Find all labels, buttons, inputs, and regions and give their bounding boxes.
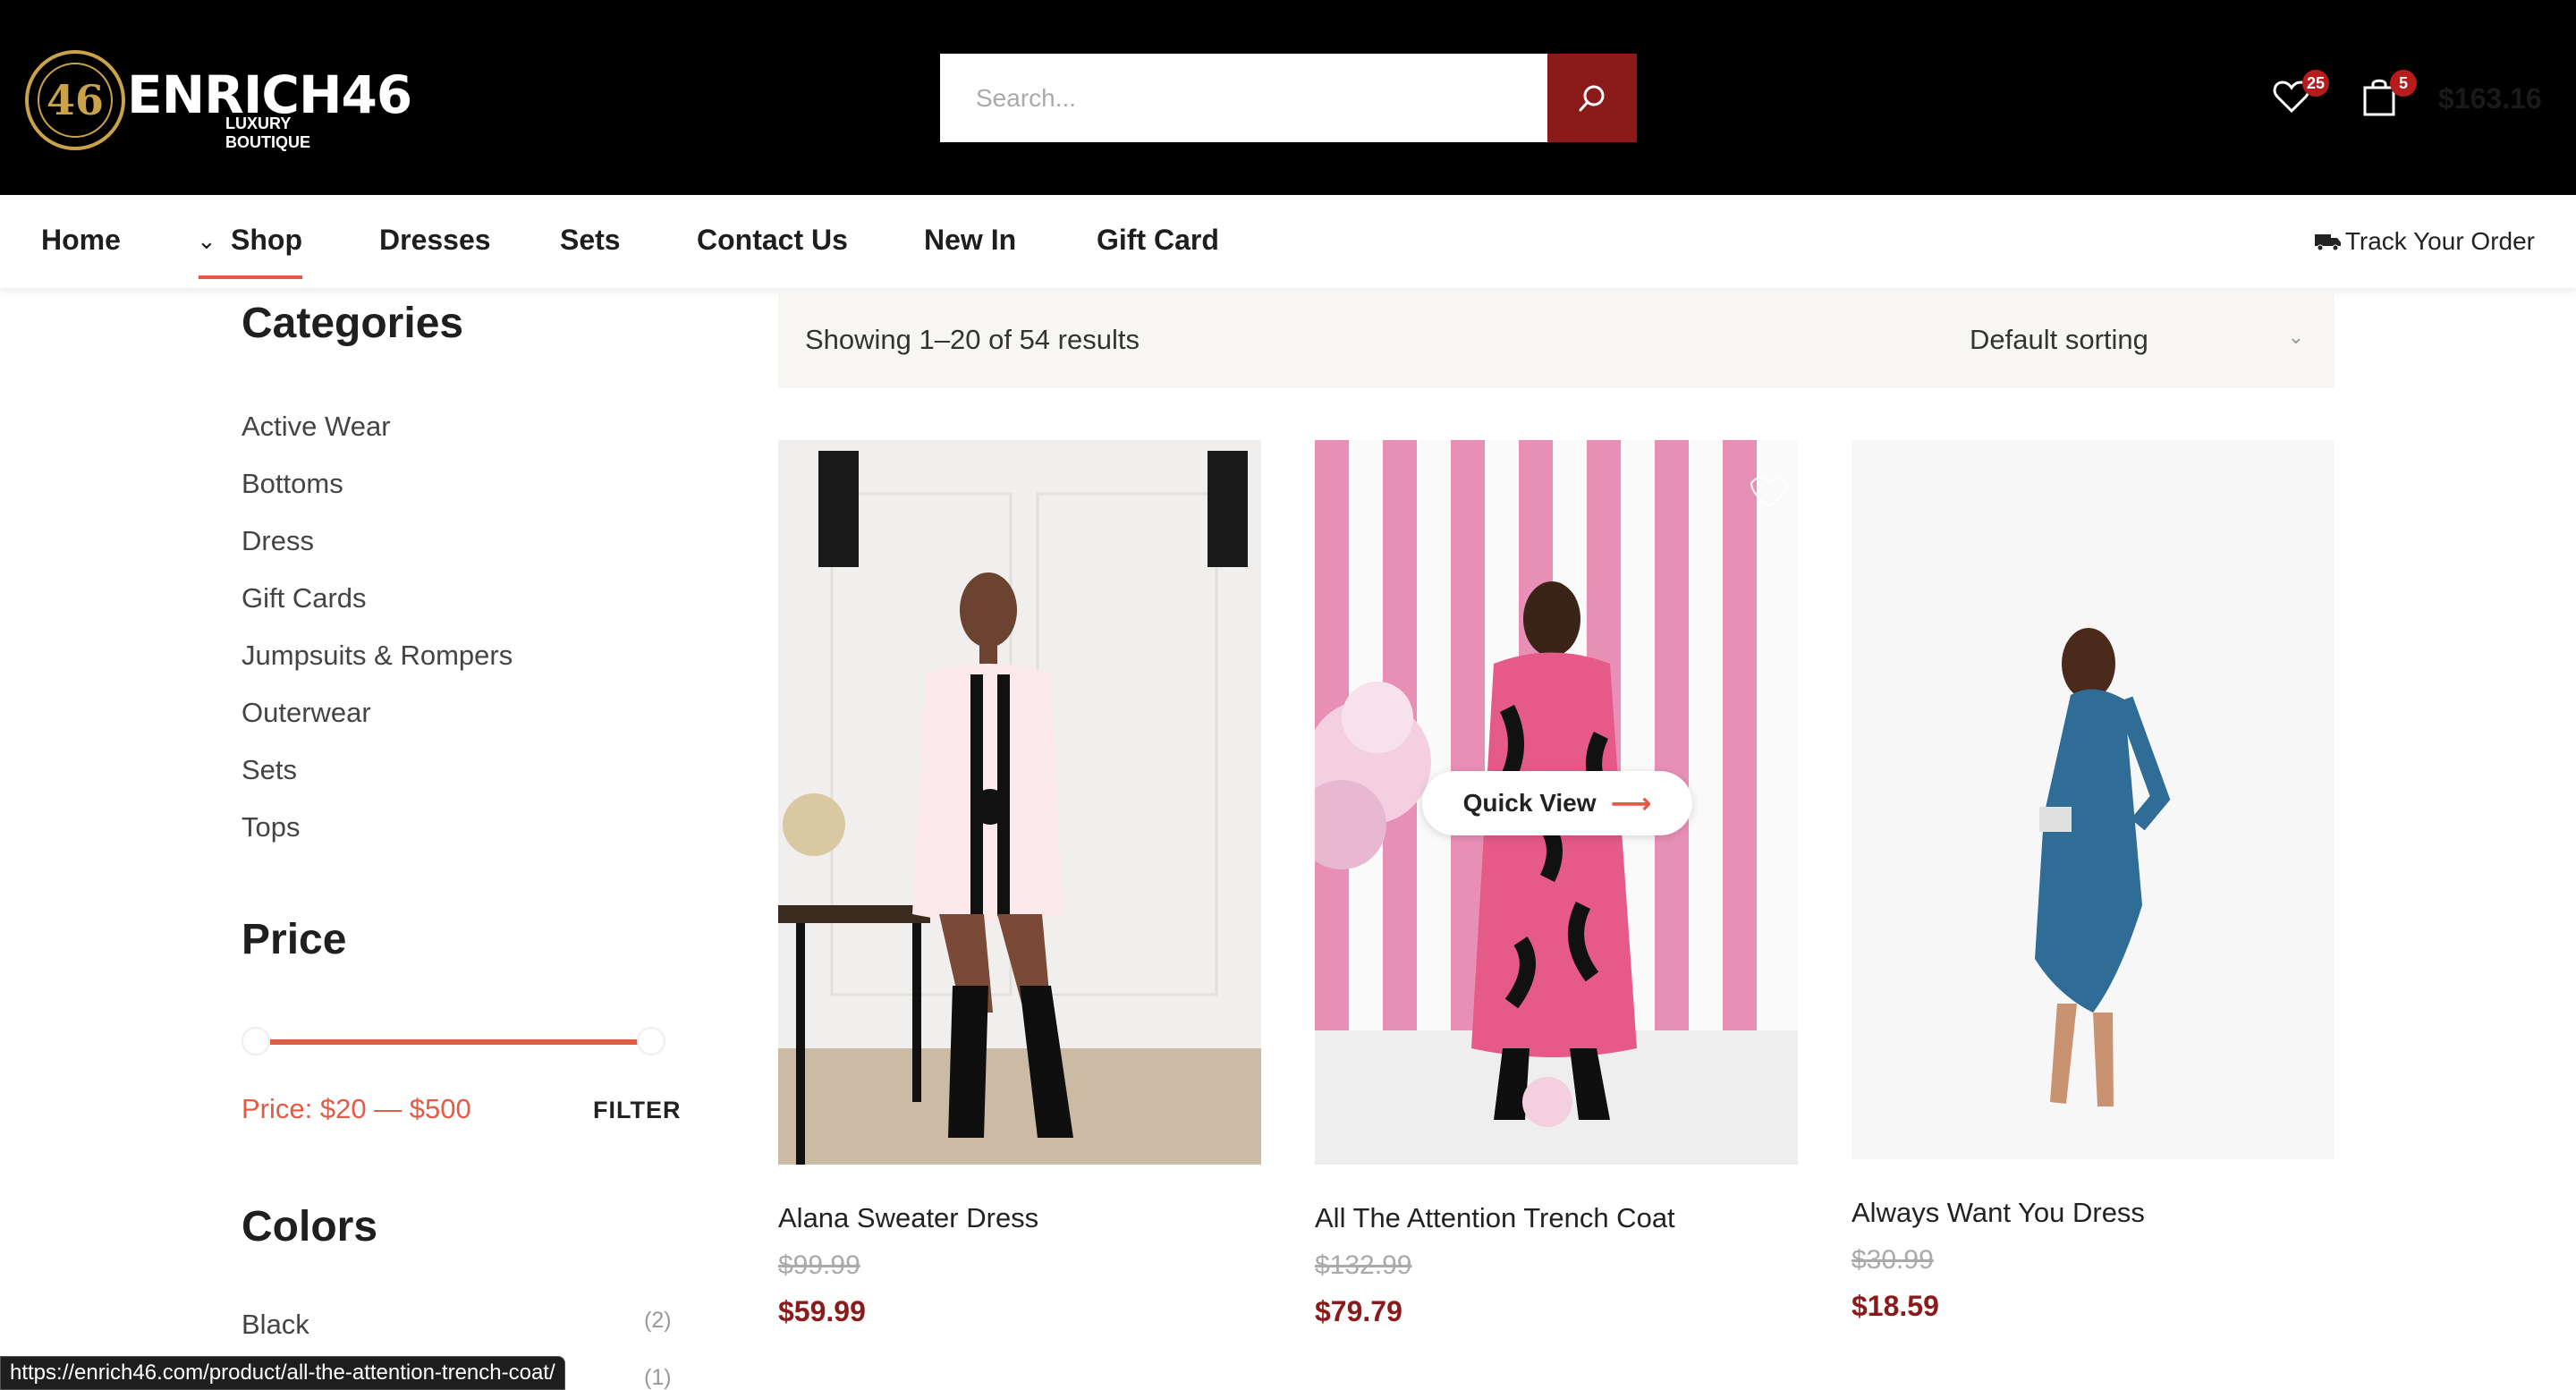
wishlist-button[interactable]: 25 — [2272, 70, 2329, 123]
color-filter-count: (1) — [644, 1365, 672, 1390]
filter-button[interactable]: FILTER — [593, 1097, 681, 1124]
product-photo — [1852, 440, 2334, 1159]
categories-title: Categories — [242, 300, 464, 347]
wishlist-count-badge: 25 — [2301, 70, 2329, 97]
colors-title: Colors — [242, 1203, 378, 1250]
price-slider-range — [270, 1039, 639, 1045]
category-link[interactable]: Bottoms — [242, 468, 343, 500]
arrow-right-icon: ⟶ — [1610, 787, 1652, 819]
product-title[interactable]: Always Want You Dress — [1852, 1197, 2145, 1229]
cart-total[interactable]: $163.16 — [2438, 82, 2542, 115]
product-sale-price: $79.79 — [1315, 1295, 1402, 1327]
nav-sets[interactable]: Sets — [560, 224, 621, 257]
product-old-price: $99.99 — [778, 1250, 860, 1280]
search-button[interactable] — [1547, 54, 1637, 142]
product-title[interactable]: Alana Sweater Dress — [778, 1202, 1038, 1234]
nav-shop[interactable]: ⌄ Shop — [197, 224, 302, 279]
product-image[interactable] — [1852, 440, 2334, 1159]
nav-gift-card[interactable]: Gift Card — [1097, 224, 1219, 257]
nav-home[interactable]: Home — [41, 224, 121, 257]
product-title[interactable]: All The Attention Trench Coat — [1315, 1202, 1675, 1234]
search-input[interactable] — [940, 54, 1547, 142]
color-filter-link[interactable]: Black — [242, 1309, 309, 1341]
category-link[interactable]: Sets — [242, 754, 297, 786]
top-header: 46 ENRICH46 LUXURY BOUTIQUE 25 5 $163.16 — [0, 0, 2576, 195]
quick-view-button[interactable]: Quick View ⟶ — [1422, 771, 1692, 835]
main-navigation: Home ⌄ Shop Dresses Sets Contact Us New … — [0, 195, 2576, 288]
search-form — [940, 54, 1637, 142]
category-link[interactable]: Tops — [242, 811, 300, 843]
price-title: Price — [242, 916, 347, 963]
price-range-label: Price: $20 — $500 — [242, 1093, 471, 1124]
chevron-down-icon[interactable]: ⌄ — [2288, 326, 2304, 349]
product-sale-price: $18.59 — [1852, 1290, 1939, 1322]
category-link[interactable]: Jumpsuits & Rompers — [242, 640, 513, 672]
price-slider-min-handle[interactable] — [242, 1027, 270, 1055]
cart-button[interactable]: 5 — [2361, 70, 2417, 123]
site-logo[interactable]: 46 ENRICH46 LUXURY BOUTIQUE — [25, 50, 412, 151]
nav-contact-us[interactable]: Contact Us — [697, 224, 848, 257]
sorting-select[interactable]: Default sorting — [1970, 324, 2148, 356]
browser-status-url: https://enrich46.com/product/all-the-att… — [0, 1356, 565, 1390]
track-order-link[interactable]: Track Your Order — [2314, 227, 2535, 256]
shop-toolbar: Showing 1–20 of 54 results Default sorti… — [778, 293, 2334, 388]
nav-new-in[interactable]: New In — [924, 224, 1016, 257]
product-image[interactable] — [778, 440, 1261, 1165]
product-old-price: $132.99 — [1315, 1250, 1412, 1280]
color-filter-count: (2) — [644, 1308, 672, 1333]
chevron-down-icon: ⌄ — [197, 227, 216, 254]
search-icon — [1579, 85, 1605, 111]
product-old-price: $30.99 — [1852, 1245, 1934, 1275]
category-link[interactable]: Outerwear — [242, 697, 371, 729]
logo-tagline: LUXURY BOUTIQUE — [225, 114, 311, 151]
cart-count-badge: 5 — [2390, 70, 2417, 97]
category-link[interactable]: Active Wear — [242, 411, 391, 443]
category-link[interactable]: Gift Cards — [242, 582, 367, 614]
truck-icon — [2314, 234, 2341, 251]
product-sale-price: $59.99 — [778, 1295, 866, 1327]
result-count: Showing 1–20 of 54 results — [805, 324, 1140, 355]
price-slider-max-handle[interactable] — [637, 1027, 665, 1055]
nav-dresses[interactable]: Dresses — [379, 224, 491, 257]
category-link[interactable]: Dress — [242, 525, 314, 557]
logo-mark: 46 — [25, 50, 125, 150]
product-photo — [778, 440, 1261, 1165]
